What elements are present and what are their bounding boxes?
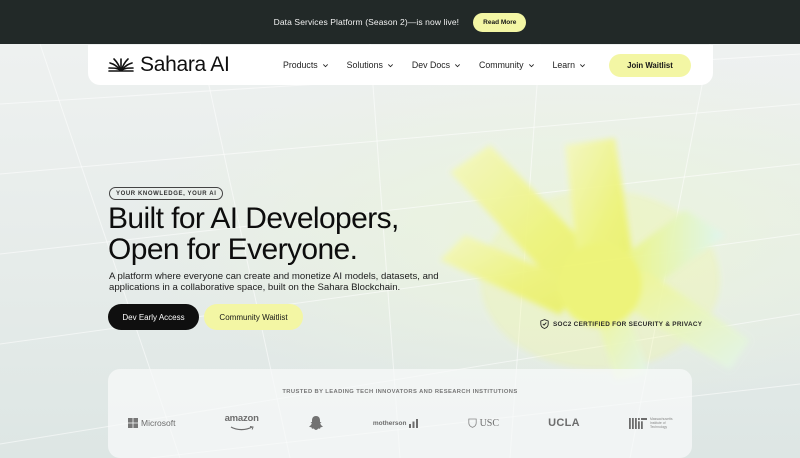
- shield-icon: [540, 319, 549, 329]
- nav-item-dev-docs[interactable]: Dev Docs: [403, 60, 470, 70]
- join-waitlist-button[interactable]: Join Waitlist: [609, 53, 691, 77]
- usc-label: USC: [479, 417, 500, 429]
- trusted-by-title: TRUSTED BY LEADING TECH INNOVATORS AND R…: [282, 389, 518, 395]
- nav-item-products[interactable]: Products: [274, 60, 338, 70]
- nav-item-solutions[interactable]: Solutions: [338, 60, 403, 70]
- microsoft-windows-icon: [128, 418, 138, 428]
- nav-item-learn[interactable]: Learn: [544, 60, 596, 70]
- top-navigation: Sahara AI Products Solutions Dev Docs Co…: [88, 45, 713, 85]
- nav-item-label: Learn: [552, 60, 576, 70]
- motherson-logo: motherson: [372, 418, 419, 428]
- logo-wordmark: Sahara AI: [140, 53, 230, 76]
- mit-wordmark: [628, 417, 647, 429]
- nav-item-community[interactable]: Community: [470, 60, 543, 70]
- mit-subtext: Massachusetts Institute of Technology: [649, 417, 673, 429]
- ucla-label: UCLA: [548, 417, 580, 429]
- hero-badge: YOUR KNOWLEDGE, YOUR AI: [109, 187, 224, 200]
- announcement-bar: Data Services Platform (Season 2)—is now…: [0, 0, 800, 44]
- bar-chart-icon: [409, 418, 419, 428]
- nav-item-label: Products: [282, 60, 318, 70]
- nav-links: Products Solutions Dev Docs Community Le…: [274, 60, 595, 70]
- sahara-logo[interactable]: Sahara AI: [108, 53, 230, 77]
- nav-item-label: Community: [479, 60, 524, 70]
- amazon-logo: amazon: [224, 413, 259, 431]
- headline-line-2: Open for Everyone.: [108, 233, 358, 266]
- partner-logos: Microsoft amazon motherson USC UCLA Mass…: [128, 411, 676, 435]
- chevron-down-icon: [528, 63, 534, 67]
- announcement-text: Data Services Platform (Season 2)—is now…: [273, 17, 460, 27]
- hero-headline: Built for AI Developers, Open for Everyo…: [108, 203, 528, 265]
- usc-logo: USC: [467, 417, 500, 429]
- read-more-button[interactable]: Read More: [473, 12, 527, 32]
- microsoft-logo: Microsoft: [128, 418, 175, 428]
- mit-logo: Massachusetts Institute of Technology: [628, 417, 676, 429]
- trusted-by-panel: TRUSTED BY LEADING TECH INNOVATORS AND R…: [108, 369, 692, 458]
- chevron-down-icon: [322, 63, 328, 67]
- chevron-down-icon: [455, 63, 461, 67]
- soc2-text: SOC2 CERTIFIED FOR SECURITY & PRIVACY: [553, 320, 703, 328]
- usc-shield-icon: [467, 418, 477, 428]
- sahara-logo-icon: [108, 58, 134, 72]
- headline-line-1: Built for AI Developers,: [108, 202, 399, 235]
- nav-item-label: Dev Docs: [411, 60, 451, 70]
- snapchat-logo: [308, 415, 324, 431]
- motherson-label: motherson: [372, 419, 407, 427]
- hero-subtext: A platform where everyone can create and…: [109, 271, 439, 293]
- dev-early-access-button[interactable]: Dev Early Access: [108, 304, 199, 330]
- community-waitlist-button[interactable]: Community Waitlist: [204, 304, 303, 330]
- chevron-down-icon: [580, 63, 585, 67]
- ucla-logo: UCLA: [548, 417, 580, 429]
- amazon-smile-icon: [230, 426, 254, 431]
- amazon-label: amazon: [224, 413, 259, 424]
- soc2-certification: SOC2 CERTIFIED FOR SECURITY & PRIVACY: [540, 319, 702, 329]
- microsoft-label: Microsoft: [141, 418, 176, 428]
- chevron-down-icon: [387, 63, 393, 67]
- snapchat-ghost-icon: [308, 416, 323, 430]
- nav-item-label: Solutions: [346, 60, 383, 70]
